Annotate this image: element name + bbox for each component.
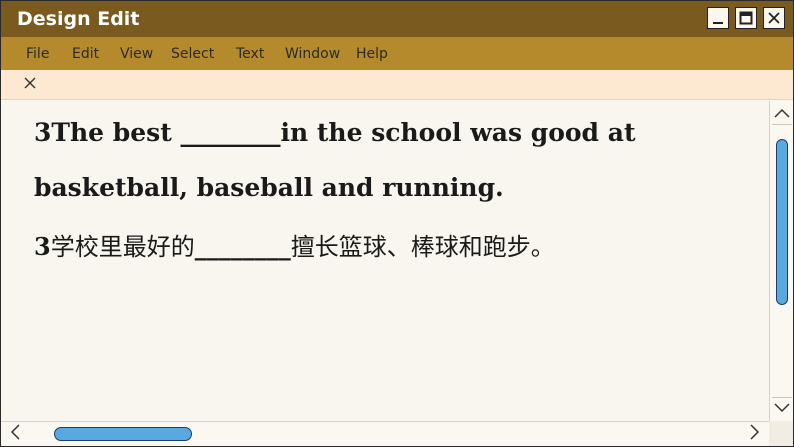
fill-in-blank: ________: [194, 232, 291, 261]
minimize-button[interactable]: [707, 7, 729, 29]
menu-text[interactable]: Text: [236, 46, 264, 62]
vertical-scrollbar[interactable]: [769, 101, 793, 421]
scrollbar-corner: [769, 421, 793, 446]
menu-bar: File Edit View Select Text Window Help: [1, 37, 793, 70]
line-number: 3: [34, 232, 51, 261]
maximize-icon: [739, 11, 753, 25]
app-window: Design Edit File Edit View Select Text W…: [0, 0, 794, 447]
chevron-left-icon: [10, 423, 20, 445]
horizontal-scrollbar[interactable]: [1, 421, 769, 446]
line3-text-before: 学校里最好的: [50, 233, 195, 261]
maximize-button[interactable]: [735, 7, 757, 29]
menu-select[interactable]: Select: [171, 46, 214, 62]
menu-edit[interactable]: Edit: [72, 46, 99, 62]
window-title: Design Edit: [17, 8, 140, 30]
close-icon: [23, 76, 37, 95]
horizontal-scroll-thumb[interactable]: [54, 427, 192, 441]
menu-help[interactable]: Help: [356, 46, 388, 62]
scroll-right-button[interactable]: [745, 423, 765, 445]
scroll-down-button[interactable]: [772, 397, 792, 419]
tab-bar: [1, 70, 793, 100]
menu-window[interactable]: Window: [285, 46, 340, 62]
menu-file[interactable]: File: [26, 46, 49, 62]
menu-view[interactable]: View: [120, 46, 153, 62]
close-button[interactable]: [763, 7, 785, 29]
chevron-up-icon: [774, 105, 790, 123]
scroll-up-button[interactable]: [772, 103, 792, 125]
chevron-right-icon: [750, 423, 760, 445]
vertical-scroll-thumb[interactable]: [776, 139, 788, 305]
tab-close-button[interactable]: [21, 76, 39, 94]
document-line-2: basketball, baseball and running.: [34, 173, 504, 202]
document-line-1: 3The best ________in the school was good…: [34, 118, 636, 147]
minimize-icon: [711, 11, 725, 25]
close-icon: [767, 11, 781, 25]
line3-text-after: 擅长篮球、棒球和跑步。: [290, 233, 555, 261]
title-bar[interactable]: Design Edit: [1, 1, 793, 37]
chevron-down-icon: [774, 400, 790, 418]
document-area[interactable]: 3The best ________in the school was good…: [1, 101, 769, 421]
scroll-left-button[interactable]: [5, 423, 25, 445]
document-line-3: 3学校里最好的________擅长篮球、棒球和跑步。: [34, 227, 555, 262]
